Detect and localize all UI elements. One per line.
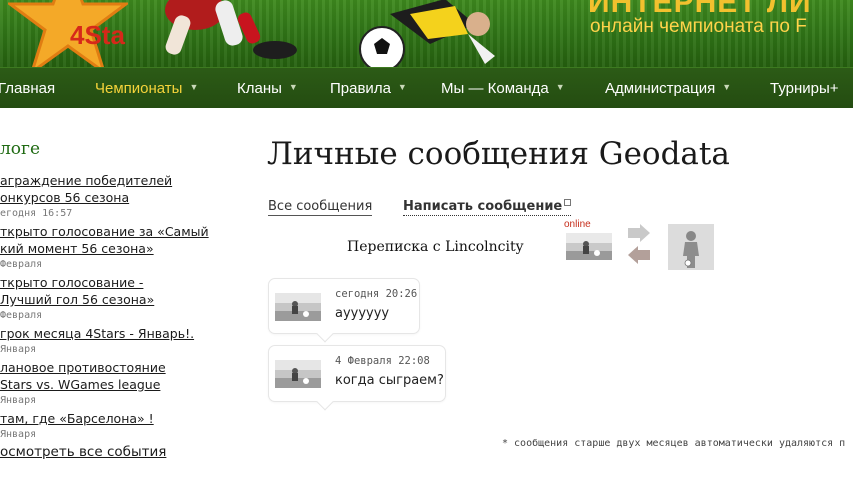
swap-arrows-icon [628, 224, 650, 264]
nav-item-administration[interactable]: Администрация ▼ [605, 80, 731, 97]
news-link[interactable]: грок месяца 4Stars - Январь!. [0, 325, 230, 342]
chevron-down-icon: ▼ [722, 82, 732, 92]
retention-footnote: * сообщения старше двух месяцев автомати… [502, 438, 846, 449]
sidebar-title: логе [0, 139, 41, 159]
nav-item-label: Главная [0, 80, 56, 97]
star-logo: 4Sta [8, 0, 128, 67]
avatar-photo [275, 360, 321, 388]
all-events-link[interactable]: осмотреть все события [0, 444, 166, 460]
news-link[interactable]: кий момент 56 сезона» [0, 240, 230, 257]
avatar-photo [275, 293, 321, 321]
all-messages-link[interactable]: Все сообщения [268, 199, 373, 216]
chevron-down-icon: ▼ [555, 82, 565, 92]
news-link[interactable]: Stars vs. WGames league [0, 376, 230, 393]
news-link[interactable]: ткрыто голосование за «Самый [0, 223, 230, 240]
nav-item-home[interactable]: Главная [0, 80, 55, 97]
list-item: там, где «Барселона» ! Января [0, 410, 230, 440]
nav-item-tournaments[interactable]: Турниры+ [770, 80, 839, 97]
avatar-photo [566, 233, 612, 260]
main-nav: Главная Чемпионаты ▼ Кланы ▼ Правила ▼ Мы —… [0, 67, 853, 108]
goalkeeper-illustration [359, 0, 495, 67]
list-item: грок месяца 4Stars - Январь!. Января [0, 325, 230, 355]
nav-item-label: Администрация [605, 80, 716, 97]
chevron-down-icon: ▼ [288, 82, 298, 92]
online-badge: online [564, 219, 591, 230]
news-date: Января [0, 344, 37, 355]
conversation-title: Переписка с Lincolncity [347, 239, 524, 255]
news-link[interactable]: онкурсов 56 сезона [0, 189, 230, 206]
nav-item-clans[interactable]: Кланы ▼ [237, 80, 298, 97]
bubble-tail [316, 393, 334, 411]
message-text: ayyyyyy [335, 306, 390, 321]
news-date: Января [0, 429, 37, 440]
news-link[interactable]: Лучший гол 56 сезона» [0, 291, 230, 308]
news-date: егодня 16:57 [0, 208, 73, 219]
message-time: 4 Февраля 22:08 [335, 355, 430, 367]
partner-avatar[interactable] [566, 233, 612, 260]
nav-item-label: Кланы [237, 80, 282, 97]
chevron-down-icon: ▼ [397, 82, 407, 92]
list-item: лановое противостояние Stars vs. WGames … [0, 359, 230, 406]
message-time: сегодня 20:26 [335, 288, 418, 300]
message-bubble: сегодня 20:26 ayyyyyy [268, 278, 420, 343]
message-avatar[interactable] [275, 293, 321, 321]
news-link[interactable]: ткрыто голосование - [0, 274, 230, 291]
news-link[interactable]: аграждение победителей [0, 172, 230, 189]
write-message-label: Написать сообщение [403, 199, 563, 214]
nav-item-championships[interactable]: Чемпионаты ▼ [95, 80, 198, 97]
player-illustration [165, 0, 297, 59]
news-date: Февраля [0, 310, 43, 321]
page-title: Личные сообщения Geodata [267, 136, 730, 172]
write-message-link[interactable]: Написать сообщение [403, 199, 572, 216]
nav-item-label: Чемпионаты [95, 80, 183, 97]
news-link[interactable]: там, где «Барселона» ! [0, 410, 230, 427]
site-banner: 4Sta ИНТЕРНЕТ ЛИ онлайн чемпионата по F [0, 0, 853, 67]
star-logo-text: 4Sta [70, 20, 125, 50]
nav-item-label: Мы — Команда [441, 80, 549, 97]
list-item: аграждение победителей онкурсов 56 сезон… [0, 172, 230, 219]
all-messages-label: Все сообщения [268, 199, 373, 214]
external-link-icon [564, 199, 572, 206]
news-link[interactable]: лановое противостояние [0, 359, 230, 376]
nav-item-rules[interactable]: Правила ▼ [330, 80, 407, 97]
nav-item-team[interactable]: Мы — Команда ▼ [441, 80, 565, 97]
list-item: ткрыто голосование за «Самый кий момент … [0, 223, 230, 270]
list-item: ткрыто голосование - Лучший гол 56 сезон… [0, 274, 230, 321]
bubble-tail [316, 325, 334, 343]
brand-tagline: онлайн чемпионата по F [590, 16, 807, 37]
news-date: Января [0, 395, 37, 406]
chevron-down-icon: ▼ [189, 82, 199, 92]
message-avatar[interactable] [275, 360, 321, 388]
nav-item-label: Турниры+ [770, 80, 839, 97]
message-bubble: 4 Февраля 22:08 когда сыграем? [268, 345, 446, 411]
news-date: Февраля [0, 259, 43, 270]
message-text: когда сыграем? [335, 373, 444, 388]
nav-item-label: Правила [330, 80, 391, 97]
user-avatar[interactable] [668, 224, 714, 270]
